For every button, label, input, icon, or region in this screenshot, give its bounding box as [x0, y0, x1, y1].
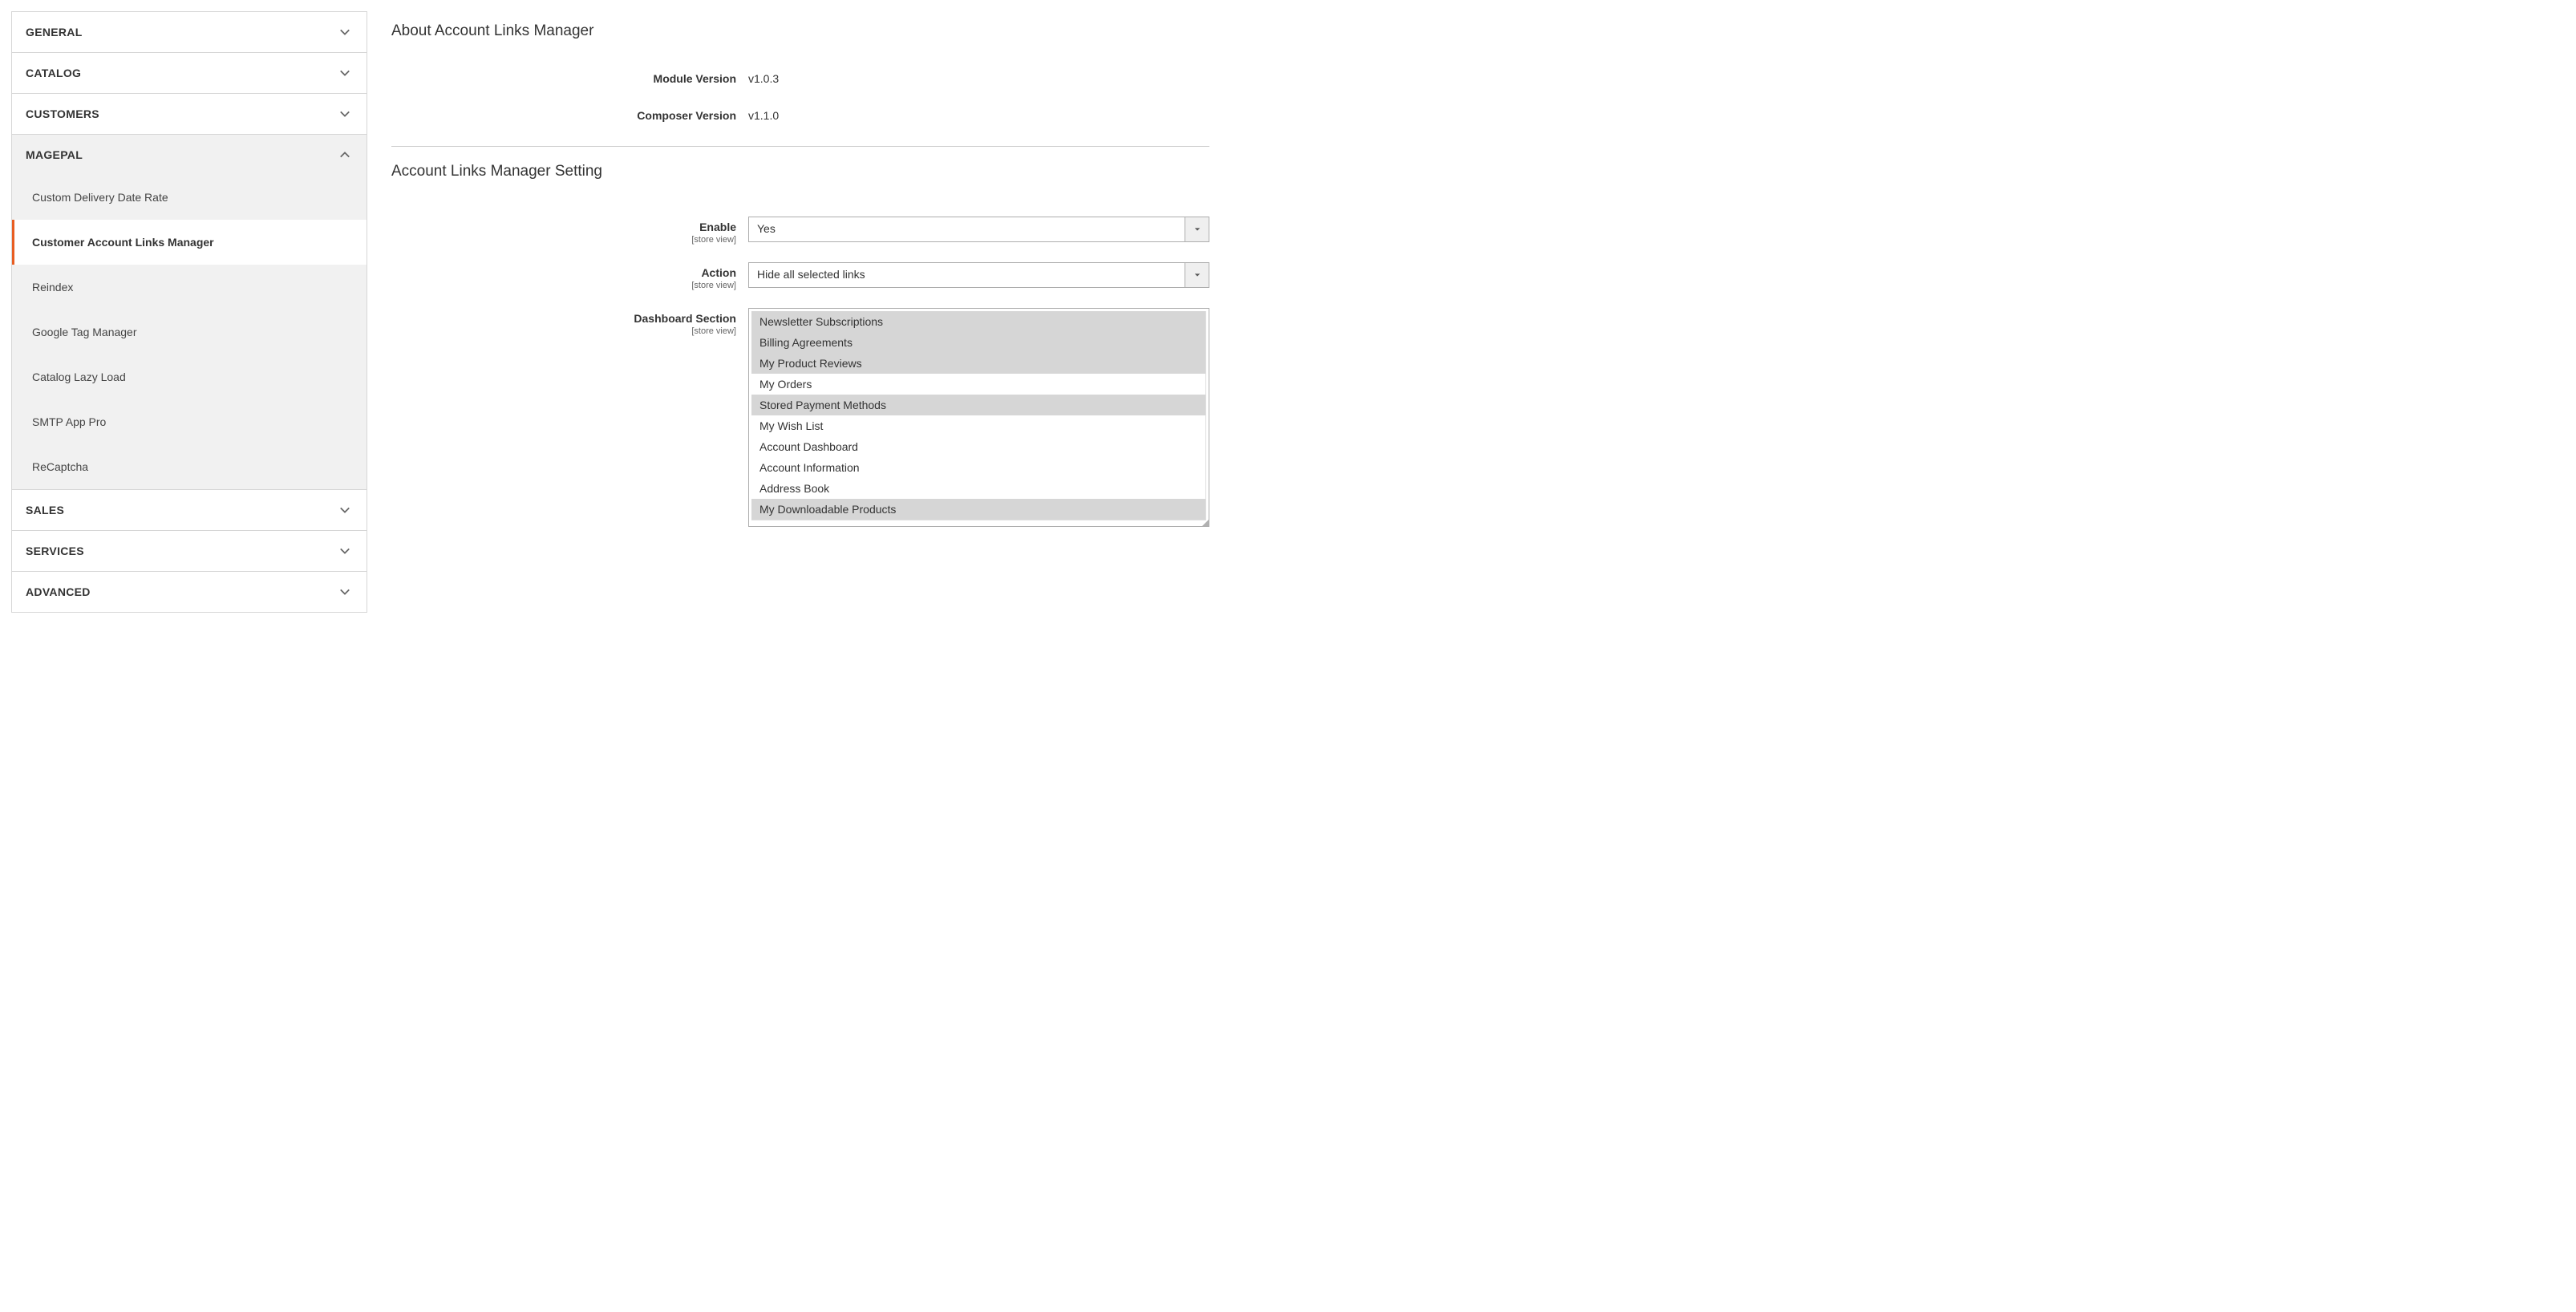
sidebar-section-services: SERVICES	[11, 530, 367, 571]
scope-label: [store view]	[391, 326, 736, 336]
sidebar-section-sales: SALES	[11, 489, 367, 530]
sidebar-section-advanced: ADVANCED	[11, 571, 367, 613]
select-arrow-icon	[1185, 263, 1209, 287]
action-label: Action	[391, 266, 736, 279]
sidebar-label: SERVICES	[26, 545, 84, 557]
multiselect-option[interactable]: My Downloadable Products	[751, 499, 1205, 520]
sidebar-label: ADVANCED	[26, 585, 91, 598]
sidebar-label: GENERAL	[26, 26, 83, 38]
scope-label: [store view]	[391, 281, 736, 290]
sidebar-item-reindex[interactable]: Reindex	[12, 265, 367, 310]
sidebar-item-customer-account-links-manager[interactable]: Customer Account Links Manager	[12, 220, 367, 265]
sidebar-section-magepal: MAGEPAL Custom Delivery Date Rate Custom…	[11, 134, 367, 489]
sidebar-label: MAGEPAL	[26, 148, 83, 161]
chevron-up-icon	[339, 149, 350, 160]
dashboard-section-row: Dashboard Section [store view] Newslette…	[391, 308, 1209, 527]
chevron-down-icon	[339, 26, 350, 38]
section-divider	[391, 146, 1209, 147]
enable-row: Enable [store view] Yes	[391, 217, 1209, 245]
module-version-value: v1.0.3	[748, 72, 779, 85]
action-select[interactable]: Hide all selected links	[748, 262, 1209, 288]
module-version-row: Module Version v1.0.3	[391, 72, 1209, 85]
module-version-label: Module Version	[391, 72, 736, 85]
multiselect-option[interactable]: My Orders	[751, 374, 1205, 395]
multiselect-option[interactable]: Stored Payment Methods	[751, 395, 1205, 415]
multiselect-option[interactable]: My Product Reviews	[751, 353, 1205, 374]
scope-label: [store view]	[391, 235, 736, 245]
config-sidebar: GENERAL CATALOG CUSTOMERS MAGEPAL	[11, 11, 367, 613]
chevron-down-icon	[339, 108, 350, 119]
multiselect-inner: Newsletter Subscriptions Billing Agreeme…	[751, 311, 1206, 520]
sidebar-header-services[interactable]: SERVICES	[12, 531, 367, 571]
enable-select-value: Yes	[749, 217, 1185, 241]
multiselect-option[interactable]: My Wish List	[751, 415, 1205, 436]
sidebar-item-smtp-app-pro[interactable]: SMTP App Pro	[12, 399, 367, 444]
form-label-col: Action [store view]	[391, 262, 748, 290]
form-control-col: Yes	[748, 217, 1209, 242]
chevron-down-icon	[339, 586, 350, 597]
sidebar-section-general: GENERAL	[11, 11, 367, 52]
sidebar-item-recaptcha[interactable]: ReCaptcha	[12, 444, 367, 489]
sidebar-item-catalog-lazy-load[interactable]: Catalog Lazy Load	[12, 354, 367, 399]
sidebar-section-catalog: CATALOG	[11, 52, 367, 93]
sidebar-header-catalog[interactable]: CATALOG	[12, 53, 367, 93]
about-title: About Account Links Manager	[391, 22, 1209, 40]
select-arrow-icon	[1185, 217, 1209, 241]
composer-version-value: v1.1.0	[748, 109, 779, 122]
sidebar-header-sales[interactable]: SALES	[12, 490, 367, 530]
dashboard-section-label: Dashboard Section	[391, 312, 736, 325]
sidebar-header-magepal[interactable]: MAGEPAL	[12, 135, 367, 175]
multiselect-option[interactable]: Newsletter Subscriptions	[751, 311, 1205, 332]
sidebar-header-customers[interactable]: CUSTOMERS	[12, 94, 367, 134]
info-label-col: Module Version	[391, 72, 748, 85]
form-label-col: Dashboard Section [store view]	[391, 308, 748, 336]
composer-version-row: Composer Version v1.1.0	[391, 109, 1209, 122]
sidebar-header-advanced[interactable]: ADVANCED	[12, 572, 367, 612]
sidebar-header-general[interactable]: GENERAL	[12, 12, 367, 52]
dashboard-multiselect[interactable]: Newsletter Subscriptions Billing Agreeme…	[748, 308, 1209, 527]
sidebar-label: CUSTOMERS	[26, 107, 99, 120]
chevron-down-icon	[339, 545, 350, 557]
multiselect-option[interactable]: Address Book	[751, 478, 1205, 499]
sidebar-item-custom-delivery-date-rate[interactable]: Custom Delivery Date Rate	[12, 175, 367, 220]
action-row: Action [store view] Hide all selected li…	[391, 262, 1209, 290]
chevron-down-icon	[339, 67, 350, 79]
sidebar-label: SALES	[26, 504, 64, 516]
multiselect-option[interactable]: Billing Agreements	[751, 332, 1205, 353]
enable-select[interactable]: Yes	[748, 217, 1209, 242]
sidebar-section-customers: CUSTOMERS	[11, 93, 367, 134]
form-control-col: Hide all selected links	[748, 262, 1209, 288]
info-label-col: Composer Version	[391, 109, 748, 122]
resize-handle-icon[interactable]	[749, 523, 1209, 526]
action-select-value: Hide all selected links	[749, 263, 1185, 287]
multiselect-option[interactable]: Account Information	[751, 457, 1205, 478]
form-label-col: Enable [store view]	[391, 217, 748, 245]
settings-title: Account Links Manager Setting	[391, 163, 1209, 180]
sidebar-label: CATALOG	[26, 67, 81, 79]
form-control-col: Newsletter Subscriptions Billing Agreeme…	[748, 308, 1209, 527]
main-content: About Account Links Manager Module Versi…	[367, 11, 1209, 613]
chevron-down-icon	[339, 504, 350, 516]
multiselect-option[interactable]: Account Dashboard	[751, 436, 1205, 457]
composer-version-label: Composer Version	[391, 109, 736, 122]
sidebar-submenu-magepal: Custom Delivery Date Rate Customer Accou…	[12, 175, 367, 489]
enable-label: Enable	[391, 221, 736, 233]
sidebar-item-google-tag-manager[interactable]: Google Tag Manager	[12, 310, 367, 354]
